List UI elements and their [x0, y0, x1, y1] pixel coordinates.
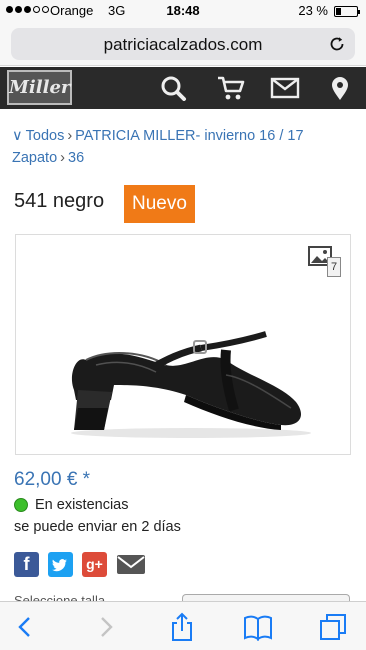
- forward-icon[interactable]: [90, 612, 120, 642]
- url-text: patriciacalzados.com: [103, 35, 263, 54]
- new-badge: Nuevo: [124, 185, 195, 223]
- chevron-right-icon: ›: [60, 150, 65, 166]
- email-share-icon[interactable]: [116, 552, 146, 577]
- reload-icon[interactable]: [327, 34, 347, 54]
- breadcrumb-link-todos[interactable]: Todos: [26, 128, 65, 144]
- network-type: 3G: [108, 3, 126, 18]
- mail-icon[interactable]: [270, 75, 300, 101]
- stock-status: En existencias: [14, 497, 129, 513]
- breadcrumb-link-size[interactable]: 36: [68, 150, 84, 166]
- chevron-down-icon[interactable]: ∨: [12, 128, 23, 144]
- image-count: 7: [327, 257, 341, 277]
- breadcrumb-link-collection[interactable]: PATRICIA MILLER- invierno 16 / 17: [75, 128, 303, 144]
- breadcrumb: ∨ Todos › PATRICIA MILLER- invierno 16 / 17…: [12, 125, 352, 169]
- battery-icon: [334, 6, 360, 17]
- product-image-gallery[interactable]: 7: [15, 234, 351, 455]
- in-stock-icon: [14, 498, 28, 512]
- location-icon[interactable]: [325, 75, 355, 101]
- breadcrumb-link-zapato[interactable]: Zapato: [12, 150, 57, 166]
- facebook-icon[interactable]: f: [14, 552, 39, 577]
- product-photo: [71, 331, 311, 438]
- cart-icon[interactable]: [216, 75, 246, 101]
- share-icon[interactable]: [167, 612, 197, 642]
- google-plus-icon[interactable]: g+: [82, 552, 107, 577]
- shipping-info: se puede enviar en 2 días: [14, 519, 181, 535]
- bookmarks-icon[interactable]: [243, 612, 273, 642]
- tabs-icon[interactable]: [318, 612, 348, 642]
- social-share: f g+: [14, 552, 146, 577]
- address-bar[interactable]: patriciacalzados.com: [11, 28, 355, 60]
- chevron-right-icon: ›: [67, 128, 73, 144]
- twitter-icon[interactable]: [48, 552, 73, 577]
- browser-toolbar: [0, 601, 366, 650]
- search-icon[interactable]: [158, 75, 188, 101]
- status-bar: Orange 3G 18:48 23 %: [0, 0, 366, 22]
- product-title: 541 negro: [14, 190, 105, 212]
- site-header: Miller: [0, 67, 366, 109]
- browser-address-area: patriciacalzados.com: [0, 22, 366, 66]
- site-logo[interactable]: Miller: [7, 70, 72, 105]
- product-price: 62,00 € *: [14, 469, 91, 490]
- carrier-name: Orange: [50, 3, 94, 18]
- stock-status-text: En existencias: [35, 497, 129, 513]
- battery-percent: 23 %: [298, 3, 328, 18]
- signal-strength-icon: [6, 6, 49, 13]
- back-icon[interactable]: [11, 612, 41, 642]
